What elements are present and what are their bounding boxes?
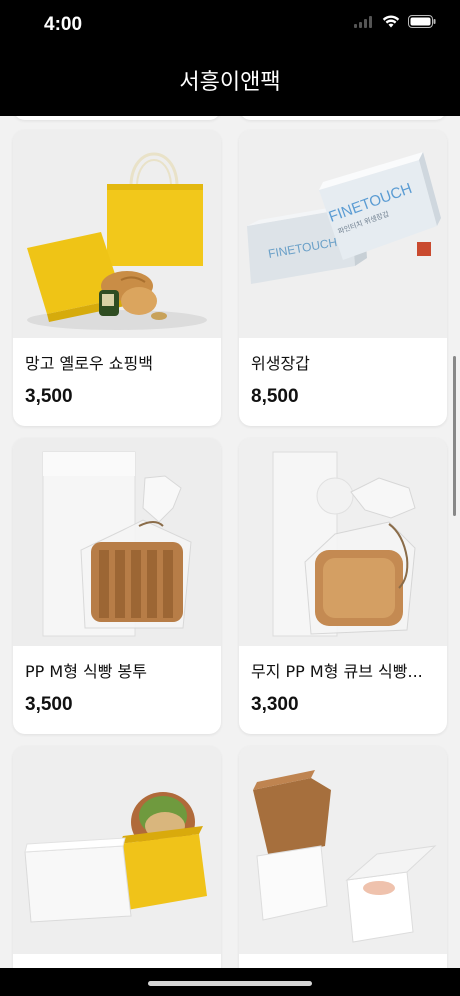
- previous-card-edge: [13, 116, 221, 120]
- kraft-box-image: [239, 746, 447, 954]
- product-price: 3,300: [251, 694, 299, 715]
- product-card-pp-m-cube-bread-bag[interactable]: 무지 PP M형 큐브 식빵... 3,300: [239, 438, 447, 734]
- page-title: 서흥이앤팩: [179, 70, 281, 95]
- product-card-mango-yellow-bag[interactable]: 망고 옐로우 쇼핑백 3,500: [13, 130, 221, 426]
- bread-bag-image: [13, 438, 221, 646]
- product-image: FINETOUCH FINETOUCH 파인터치 위생장갑: [239, 130, 447, 338]
- product-price: 8,500: [251, 386, 299, 407]
- product-card-sandwich-tray[interactable]: [13, 746, 221, 968]
- product-name: 망고 옐로우 쇼핑백: [25, 354, 153, 373]
- product-image: [13, 130, 221, 338]
- nav-bar: 서흥이앤팩: [0, 50, 460, 116]
- battery-icon: [408, 15, 436, 28]
- status-bar: 4:00: [0, 0, 460, 50]
- product-grid[interactable]: 망고 옐로우 쇼핑백 3,500 FINETOUCH FINETOUCH 파인터…: [0, 116, 460, 968]
- product-name: 위생장갑: [251, 354, 310, 373]
- home-indicator[interactable]: [148, 981, 312, 986]
- home-bar: [0, 968, 460, 996]
- signal-icon: [354, 15, 372, 28]
- product-image: [239, 746, 447, 954]
- product-card-kraft-box[interactable]: [239, 746, 447, 968]
- previous-card-edge: [239, 116, 447, 120]
- yellow-shopping-bag-image: [13, 130, 221, 338]
- cube-bread-bag-image: [239, 438, 447, 646]
- product-name: PP M형 식빵 봉투: [25, 662, 147, 681]
- status-time: 4:00: [44, 14, 83, 35]
- product-image: [13, 438, 221, 646]
- product-card-sanitary-gloves[interactable]: FINETOUCH FINETOUCH 파인터치 위생장갑 위생장갑 8,500: [239, 130, 447, 426]
- product-card-pp-m-bread-bag[interactable]: PP M형 식빵 봉투 3,500: [13, 438, 221, 734]
- product-price: 3,500: [25, 694, 73, 715]
- status-icons: [354, 15, 436, 28]
- glove-box-image: FINETOUCH FINETOUCH 파인터치 위생장갑: [239, 130, 447, 338]
- product-price: 3,500: [25, 386, 73, 407]
- product-name: 무지 PP M형 큐브 식빵...: [251, 662, 423, 681]
- scrollbar[interactable]: [453, 356, 456, 516]
- wifi-icon: [382, 15, 400, 28]
- product-image: [13, 746, 221, 954]
- product-image: [239, 438, 447, 646]
- sandwich-tray-image: [13, 746, 221, 954]
